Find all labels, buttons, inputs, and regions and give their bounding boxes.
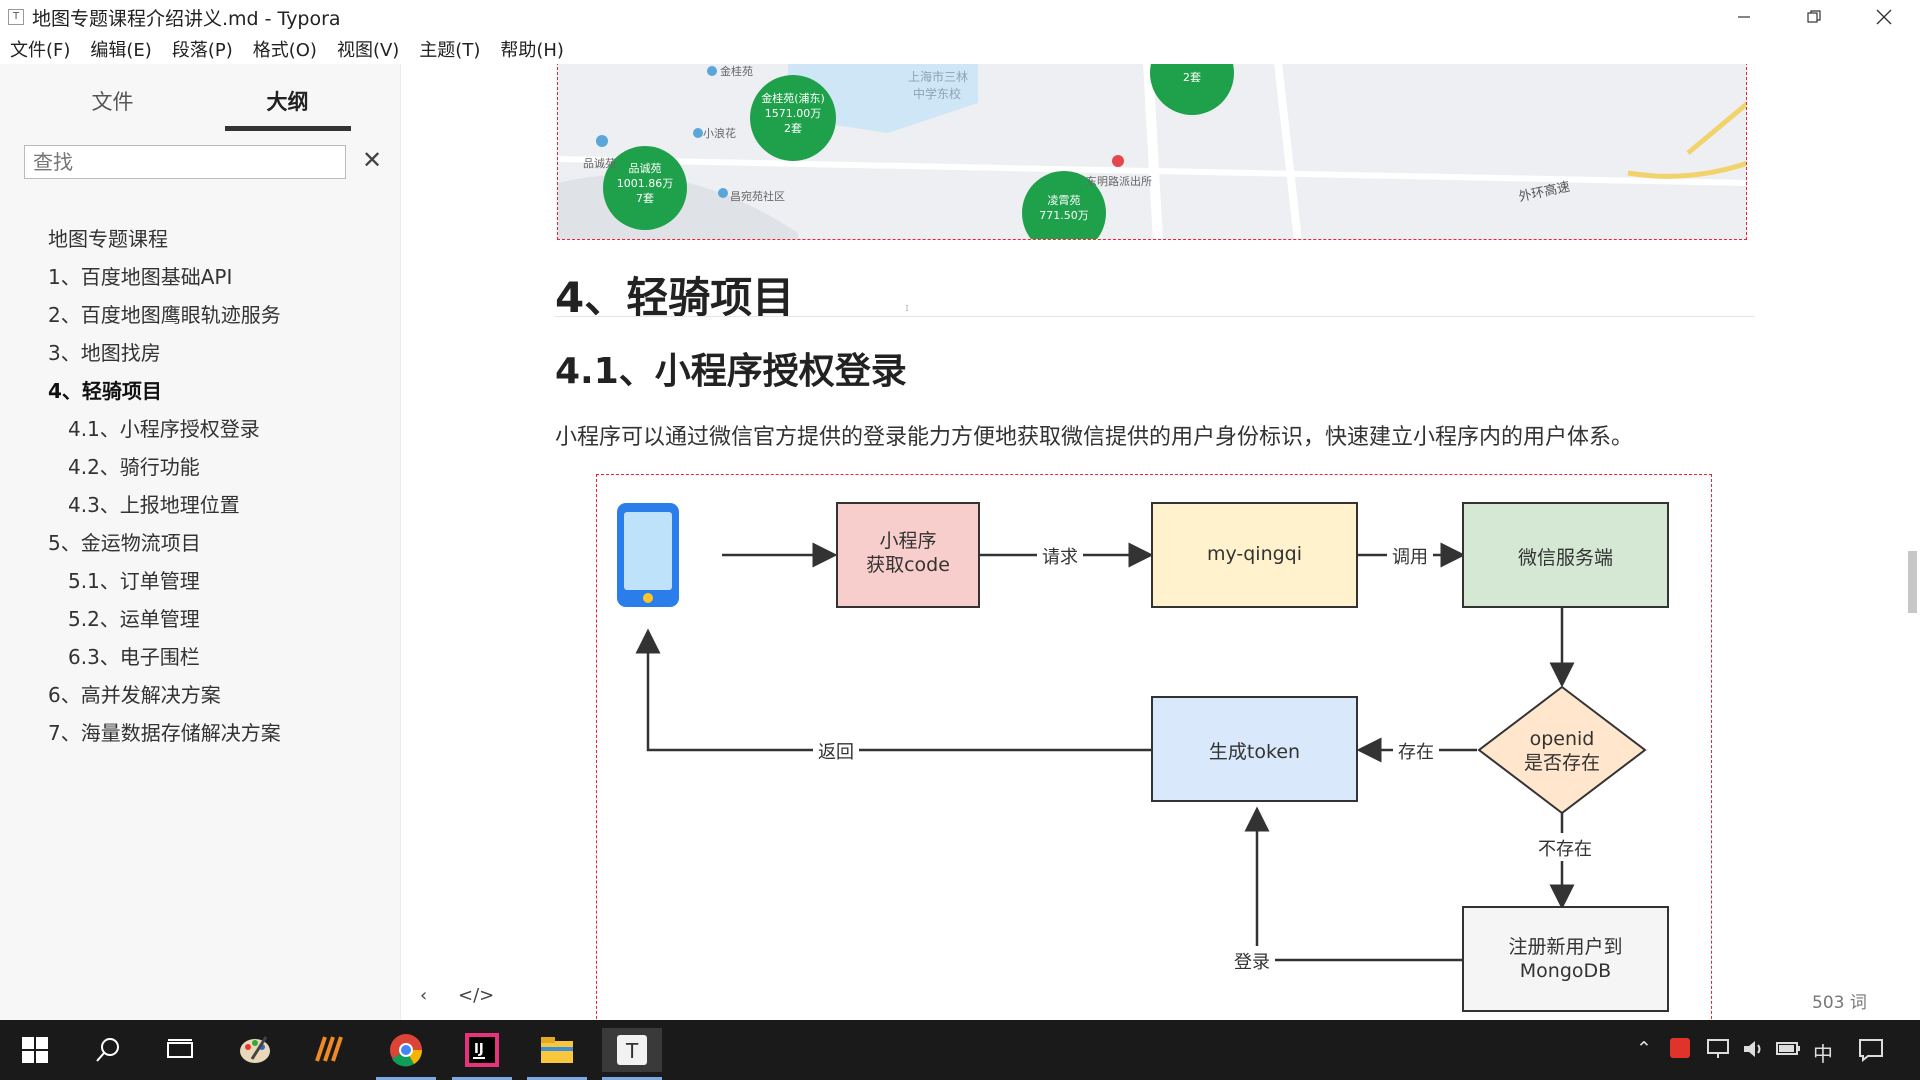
map-cluster-name: 金桂苑(浦东)	[761, 92, 825, 105]
outline-item[interactable]: 2、百度地图鹰眼轨迹服务	[0, 296, 400, 334]
close-button[interactable]	[1849, 0, 1919, 34]
restore-icon	[1807, 10, 1821, 23]
diamond-line2: 是否存在	[1523, 752, 1600, 774]
map-cluster-price: 771.50万	[1039, 209, 1089, 222]
outline-item[interactable]: 5.1、订单管理	[0, 562, 400, 600]
clear-search-icon[interactable]: ✕	[362, 146, 382, 174]
login-flow-diagram: 小程序 获取code my-qingqi 微信服务端 openid 是否存在 生…	[596, 474, 1712, 1020]
notification-icon[interactable]	[1858, 1038, 1884, 1067]
map-graphic	[558, 64, 1746, 239]
box-wechat-server: 微信服务端	[1517, 547, 1613, 569]
restore-button[interactable]	[1779, 0, 1849, 34]
typora-icon[interactable]: T	[602, 1028, 662, 1072]
outline-item[interactable]: 4.1、小程序授权登录	[0, 410, 400, 448]
outline-item[interactable]: 4.2、骑行功能	[0, 448, 400, 486]
tab-files[interactable]: 文件	[50, 86, 175, 116]
menu-help[interactable]: 帮助(H)	[490, 36, 574, 62]
map-label: 中学东校	[913, 87, 962, 101]
ime-indicator[interactable]: 中	[1813, 1038, 1833, 1067]
map-label: 东明路派出所	[1086, 175, 1152, 188]
sublime-icon[interactable]	[300, 1028, 360, 1072]
map-label: 金桂苑	[720, 65, 753, 78]
editor-content[interactable]: 金桂苑(浦东) 1571.00万 2套 品诚苑 1001.86万 7套 凌霄苑 …	[400, 64, 1900, 1020]
task-view-icon[interactable]	[150, 1028, 210, 1072]
outline-item[interactable]: 4.3、上报地理位置	[0, 486, 400, 524]
map-label: 昌宛苑社区	[730, 190, 785, 203]
volume-icon[interactable]	[1742, 1038, 1766, 1065]
box-server: my-qingqi	[1206, 543, 1303, 565]
diamond-line1: openid	[1529, 728, 1595, 750]
map-label: 品诚苑	[583, 157, 616, 170]
menu-bar: 文件(F) 编辑(E) 段落(P) 格式(O) 视图(V) 主题(T) 帮助(H…	[0, 34, 1920, 64]
heading-h2[interactable]: 4.1、小程序授权登录	[555, 342, 907, 394]
file-explorer-icon[interactable]	[527, 1028, 587, 1072]
menu-format[interactable]: 格式(O)	[243, 36, 327, 62]
outline-search-input[interactable]	[24, 145, 346, 179]
paragraph[interactable]: 小程序可以通过微信官方提供的登录能力方便地获取微信提供的用户身份标识，快速建立小…	[555, 419, 1633, 451]
edge-label-login: 登录	[1234, 952, 1270, 973]
map-cluster-count: 2套	[1183, 71, 1201, 84]
map-cluster-count: 7套	[636, 192, 654, 205]
box-register-line1: 注册新用户到	[1508, 936, 1623, 958]
outline-item[interactable]: 7、海量数据存储解决方案	[0, 714, 400, 752]
svg-text:T: T	[625, 1039, 639, 1063]
svg-text:IJ: IJ	[474, 1042, 484, 1057]
close-icon	[1876, 9, 1892, 25]
tray-expand-icon[interactable]: ⌃	[1636, 1038, 1652, 1060]
outline-item[interactable]: 3、地图找房	[0, 334, 400, 372]
outline-item[interactable]: 1、百度地图基础API	[0, 258, 400, 296]
outline-item[interactable]: 5.2、运单管理	[0, 600, 400, 638]
paint-icon[interactable]	[225, 1028, 285, 1072]
scrollbar-thumb[interactable]	[1908, 551, 1917, 613]
windows-start-icon[interactable]	[5, 1028, 65, 1072]
map-cluster-price: 1001.86万	[616, 177, 674, 190]
tray-app-icon[interactable]	[1670, 1038, 1690, 1063]
outline-item[interactable]: 5、金运物流项目	[0, 524, 400, 562]
map-label: 小浪花	[703, 127, 736, 140]
intellij-icon[interactable]: IJ	[452, 1028, 512, 1072]
edge-label-not-exists: 不存在	[1538, 839, 1592, 860]
outline-item[interactable]: 6.3、电子围栏	[0, 638, 400, 676]
outline-item[interactable]: 地图专题课程	[0, 220, 400, 258]
text-cursor-icon	[906, 305, 908, 311]
map-cluster-name: 品诚苑	[628, 162, 662, 175]
battery-icon[interactable]	[1776, 1038, 1802, 1063]
map-cluster-count: 2套	[784, 122, 802, 135]
minimize-icon	[1738, 16, 1750, 18]
typora-app-icon: T	[8, 9, 24, 25]
box-miniprogram-line2: 获取code	[866, 554, 950, 576]
heading-divider	[555, 316, 1755, 317]
map-cluster-name: 凌霄苑	[1047, 194, 1081, 207]
chrome-icon[interactable]	[376, 1028, 436, 1072]
outline-item[interactable]: 6、高并发解决方案	[0, 676, 400, 714]
network-icon[interactable]	[1706, 1038, 1730, 1065]
windows-taskbar: IJ T ⌃ 中	[0, 1020, 1920, 1080]
active-tab-indicator	[225, 126, 351, 131]
menu-edit[interactable]: 编辑(E)	[80, 36, 161, 62]
window-title: 地图专题课程介绍讲义.md - Typora	[32, 7, 341, 30]
title-bar: T 地图专题课程介绍讲义.md - Typora	[0, 0, 1920, 34]
outline-item-active[interactable]: 4、轻骑项目	[0, 372, 400, 410]
edge-label-request: 请求	[1042, 547, 1078, 568]
menu-file[interactable]: 文件(F)	[0, 36, 80, 62]
menu-paragraph[interactable]: 段落(P)	[162, 36, 243, 62]
map-label: 上海市三林	[908, 70, 969, 84]
word-count[interactable]: 503 词	[1812, 988, 1867, 1013]
minimize-button[interactable]	[1709, 0, 1779, 34]
menu-theme[interactable]: 主题(T)	[409, 36, 490, 62]
map-screenshot-image: 金桂苑(浦东) 1571.00万 2套 品诚苑 1001.86万 7套 凌霄苑 …	[557, 64, 1747, 240]
box-register-line2: MongoDB	[1519, 960, 1612, 982]
map-cluster-price: 1571.00万	[764, 107, 822, 120]
box-token: 生成token	[1208, 741, 1301, 763]
edge-label-exists: 存在	[1398, 742, 1434, 763]
tab-outline[interactable]: 大纲	[225, 86, 350, 116]
sidebar: 文件 大纲 ✕ 地图专题课程 1、百度地图基础API 2、百度地图鹰眼轨迹服务 …	[0, 64, 401, 1020]
edge-label-return: 返回	[818, 742, 854, 763]
edge-label-call: 调用	[1392, 547, 1428, 568]
search-icon[interactable]	[78, 1028, 138, 1072]
box-miniprogram-line1: 小程序	[879, 530, 937, 552]
menu-view[interactable]: 视图(V)	[327, 36, 409, 62]
outline-list: 地图专题课程 1、百度地图基础API 2、百度地图鹰眼轨迹服务 3、地图找房 4…	[0, 220, 400, 752]
